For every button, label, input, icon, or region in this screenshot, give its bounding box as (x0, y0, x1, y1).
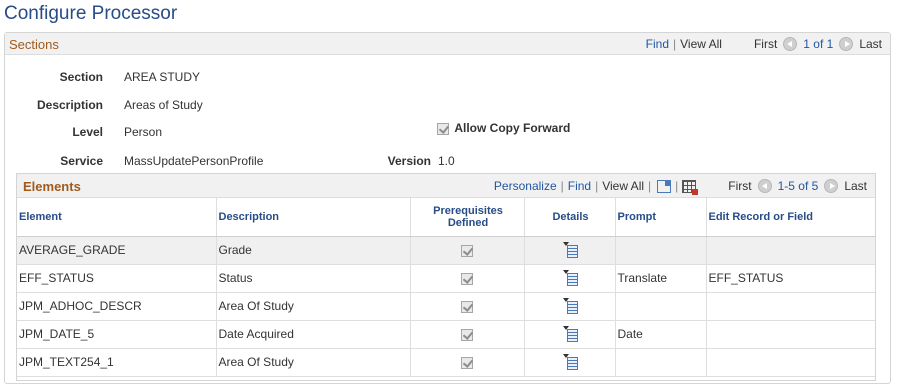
cell-element: JPM_DATE_5 (17, 320, 216, 349)
cell-element: JPM_TEXT254_1 (17, 348, 216, 377)
section-value: AREA STUDY (124, 70, 201, 84)
cell-details (523, 264, 615, 293)
cell-details (523, 320, 615, 349)
page-title: Configure Processor (4, 3, 178, 24)
level-value: Person (124, 125, 163, 139)
allow-copy-forward: Allow Copy Forward (437, 121, 570, 135)
section-label: Section (59, 70, 103, 84)
cell-description: Area Of Study (215, 292, 410, 321)
cell-description: Status (215, 264, 410, 293)
elements-table: Element Description Prerequisites Define… (17, 198, 875, 377)
version-label: Version (387, 154, 431, 168)
column-header-prerequisites[interactable]: Prerequisites Defined (409, 198, 524, 237)
cell-prompt: Date (614, 320, 706, 349)
checkbox-icon (461, 356, 473, 369)
cell-prompt: Translate (614, 264, 706, 293)
zoom-icon[interactable] (657, 179, 672, 193)
elements-nav: Personalize | Find | View All | | First … (494, 179, 867, 195)
separator: | (595, 179, 599, 193)
cell-element: AVERAGE_GRADE (17, 236, 216, 265)
chevron-left-icon[interactable] (757, 179, 772, 193)
cell-element: EFF_STATUS (17, 264, 216, 293)
elements-view-all[interactable]: View All (602, 179, 644, 193)
table-header-row: Element Description Prerequisites Define… (17, 198, 875, 237)
cell-prerequisites (409, 292, 524, 321)
description-value: Areas of Study (124, 98, 203, 112)
chevron-right-icon[interactable] (824, 179, 839, 193)
details-icon[interactable] (562, 326, 578, 342)
sections-find-link[interactable]: Find (646, 37, 669, 51)
cell-prerequisites (409, 264, 524, 293)
elements-range: 1-5 of 5 (777, 179, 819, 193)
sections-nav: Find | View All First 1 of 1 Last (646, 37, 882, 51)
grid-download-icon[interactable] (682, 179, 699, 195)
details-icon[interactable] (562, 298, 578, 314)
details-icon[interactable] (562, 354, 578, 370)
column-header-element[interactable]: Element (17, 198, 216, 237)
sections-view-all[interactable]: View All (680, 37, 722, 51)
service-value: MassUpdatePersonProfile (124, 154, 264, 168)
cell-prompt (614, 236, 706, 265)
version-value: 1.0 (438, 154, 455, 168)
cell-element: JPM_ADHOC_DESCR (17, 292, 216, 321)
table-row: JPM_DATE_5 Date Acquired Date (17, 320, 875, 349)
sections-first: First (753, 37, 778, 51)
cell-edit-record (705, 348, 875, 377)
table-row: AVERAGE_GRADE Grade (17, 236, 875, 265)
table-row: JPM_ADHOC_DESCR Area Of Study (17, 292, 875, 321)
details-icon[interactable] (562, 242, 578, 258)
column-header-edit-record[interactable]: Edit Record or Field (705, 198, 875, 237)
elements-title: Elements (23, 179, 81, 194)
column-header-prompt[interactable]: Prompt (614, 198, 706, 237)
cell-prerequisites (409, 236, 524, 265)
cell-prerequisites (409, 320, 524, 349)
chevron-right-icon[interactable] (839, 37, 854, 51)
elements-header: Elements Personalize | Find | View All |… (17, 174, 875, 198)
cell-edit-record (705, 236, 875, 265)
table-row: EFF_STATUS Status Translate EFF_STATUS (17, 264, 875, 293)
column-header-description[interactable]: Description (215, 198, 410, 237)
personalize-link[interactable]: Personalize (494, 179, 557, 193)
cell-details (523, 292, 615, 321)
checkbox-icon (461, 272, 473, 285)
separator: | (673, 37, 677, 51)
sections-header: Sections Find | View All First 1 of 1 La… (5, 33, 890, 55)
sections-panel: Sections Find | View All First 1 of 1 La… (4, 32, 891, 384)
chevron-left-icon[interactable] (783, 37, 798, 51)
description-label: Description (36, 98, 103, 112)
checkbox-icon (461, 328, 473, 341)
service-label: Service (60, 154, 103, 168)
cell-prompt (614, 348, 706, 377)
separator: | (675, 179, 679, 193)
checkbox-icon (461, 244, 473, 257)
details-icon[interactable] (562, 270, 578, 286)
cell-description: Grade (215, 236, 410, 265)
table-row: JPM_TEXT254_1 Area Of Study (17, 348, 875, 377)
allow-copy-forward-checkbox[interactable] (437, 122, 449, 135)
cell-prerequisites (409, 348, 524, 377)
cell-details (523, 348, 615, 377)
sections-last: Last (859, 37, 882, 51)
separator: | (560, 179, 564, 193)
cell-edit-record (705, 320, 875, 349)
cell-description: Date Acquired (215, 320, 410, 349)
cell-prompt (614, 292, 706, 321)
checkbox-icon (461, 300, 473, 313)
elements-find-link[interactable]: Find (568, 179, 591, 193)
level-label: Level (72, 125, 103, 139)
cell-edit-record (705, 292, 875, 321)
sections-range: 1 of 1 (803, 37, 834, 51)
column-header-details: Details (523, 198, 615, 237)
elements-first: First (728, 179, 752, 193)
elements-last: Last (844, 179, 867, 193)
sections-title: Sections (9, 37, 59, 52)
separator: | (648, 179, 652, 193)
allow-copy-forward-label: Allow Copy Forward (454, 121, 571, 135)
cell-description: Area Of Study (215, 348, 410, 377)
elements-grid: Elements Personalize | Find | View All |… (16, 173, 876, 381)
cell-edit-record: EFF_STATUS (705, 264, 875, 293)
cell-details (523, 236, 615, 265)
